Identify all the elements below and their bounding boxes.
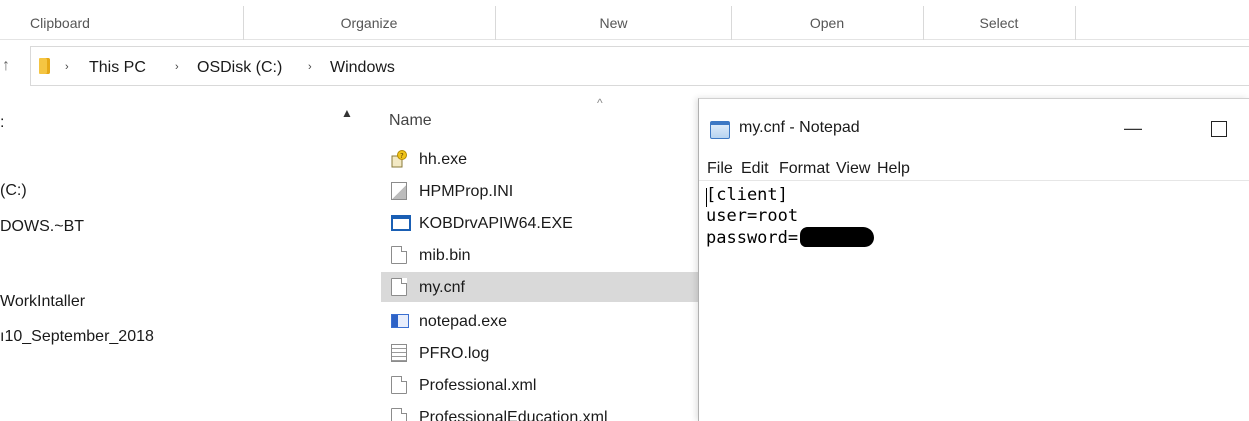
breadcrumb-chevron-icon[interactable]: › — [65, 47, 69, 85]
maximize-button[interactable] — [1199, 113, 1239, 143]
nav-item-workintaller[interactable]: WorkIntaller — [0, 293, 85, 311]
notepad-window[interactable]: my.cnf - Notepad — File Edit Format View… — [698, 98, 1249, 421]
breadcrumb-chevron-icon[interactable]: › — [308, 47, 312, 85]
redaction-mark — [800, 227, 875, 247]
ini-settings-icon — [391, 182, 407, 200]
ribbon-separator — [1075, 6, 1076, 40]
blank-file-icon — [391, 376, 407, 394]
nav-item-partial[interactable]: : — [0, 114, 4, 132]
file-row[interactable]: HPMProp.INI — [381, 176, 701, 206]
menu-view[interactable]: View — [836, 157, 870, 181]
text-log-icon — [391, 344, 407, 362]
nav-item-windows-bt[interactable]: DOWS.~BT — [0, 218, 84, 236]
notepad-text-area[interactable]: [client] user=root password= — [706, 185, 875, 249]
file-name: my.cnf — [419, 279, 465, 296]
notepad-titlebar[interactable]: my.cnf - Notepad — — [699, 99, 1249, 153]
ribbon-group-open[interactable]: Open — [732, 0, 922, 40]
ribbon-group-organize[interactable]: Organize — [244, 0, 494, 40]
file-row-selected[interactable]: my.cnf — [381, 272, 701, 302]
breadcrumb-this-pc[interactable]: This PC — [89, 47, 146, 85]
file-name: KOBDrvAPIW64.EXE — [419, 215, 573, 232]
text-line: [client] — [706, 185, 788, 205]
blank-file-icon — [391, 278, 407, 296]
ribbon-group-select[interactable]: Select — [924, 0, 1074, 40]
blank-file-icon — [391, 246, 407, 264]
menu-edit[interactable]: Edit — [741, 157, 769, 181]
file-name: PFRO.log — [419, 345, 490, 362]
notepad-menubar: File Edit Format View Help — [699, 157, 1249, 181]
menu-help[interactable]: Help — [877, 157, 910, 181]
file-row[interactable]: notepad.exe — [381, 306, 701, 336]
text-line-password: password= — [706, 227, 875, 249]
nav-item-c-drive[interactable]: (C:) — [0, 182, 27, 200]
column-header-name[interactable]: Name — [389, 112, 432, 130]
menu-file[interactable]: File — [707, 157, 733, 181]
password-key: password= — [706, 228, 799, 248]
help-exe-icon: ? — [391, 150, 407, 168]
scroll-up-arrow-icon[interactable]: ▲ — [341, 106, 353, 120]
nav-item-september-2018[interactable]: ı10_September_2018 — [0, 328, 154, 346]
application-window-icon — [391, 215, 411, 231]
ribbon-group-labels: Clipboard Organize New Open Select — [0, 0, 1249, 40]
menu-format[interactable]: Format — [779, 157, 830, 181]
file-name: notepad.exe — [419, 313, 508, 330]
file-name: HPMProp.INI — [419, 183, 514, 200]
file-row[interactable]: PFRO.log — [381, 338, 701, 368]
notepad-app-icon — [391, 314, 409, 328]
minimize-button[interactable]: — — [1113, 113, 1153, 143]
notepad-icon — [710, 121, 730, 139]
file-name: hh.exe — [419, 151, 468, 168]
file-name: Professional.xml — [419, 377, 537, 394]
breadcrumb-chevron-icon[interactable]: › — [175, 47, 179, 85]
breadcrumb-windows[interactable]: Windows — [330, 47, 395, 85]
navigation-pane: : (C:) DOWS.~BT WorkIntaller ı10_Septemb… — [0, 100, 380, 421]
address-bar[interactable]: › This PC › OSDisk (C:) › Windows — [30, 46, 1249, 86]
folder-icon — [39, 58, 50, 74]
file-row[interactable]: ? hh.exe — [381, 144, 701, 174]
ribbon-group-new[interactable]: New — [496, 0, 731, 40]
svg-text:?: ? — [400, 152, 404, 160]
file-name: mib.bin — [419, 247, 471, 264]
up-arrow-icon[interactable]: ↑ — [2, 54, 20, 78]
file-name: ProfessionalEducation.xml — [419, 409, 608, 421]
sort-ascending-icon[interactable]: ^ — [597, 96, 603, 110]
file-row[interactable]: Professional.xml — [381, 370, 701, 400]
window-title: my.cnf - Notepad — [739, 119, 860, 136]
file-row[interactable]: mib.bin — [381, 240, 701, 270]
file-list: ^ Name ? hh.exe HPMProp.INI KOBDrvAPIW64… — [381, 92, 701, 421]
file-row[interactable]: ProfessionalEducation.xml — [381, 402, 701, 421]
file-row[interactable]: KOBDrvAPIW64.EXE — [381, 208, 701, 238]
breadcrumb-osdisk[interactable]: OSDisk (C:) — [197, 47, 282, 85]
text-line: user=root — [706, 206, 799, 226]
blank-file-icon — [391, 408, 407, 421]
ribbon-group-clipboard[interactable]: Clipboard — [0, 0, 120, 40]
